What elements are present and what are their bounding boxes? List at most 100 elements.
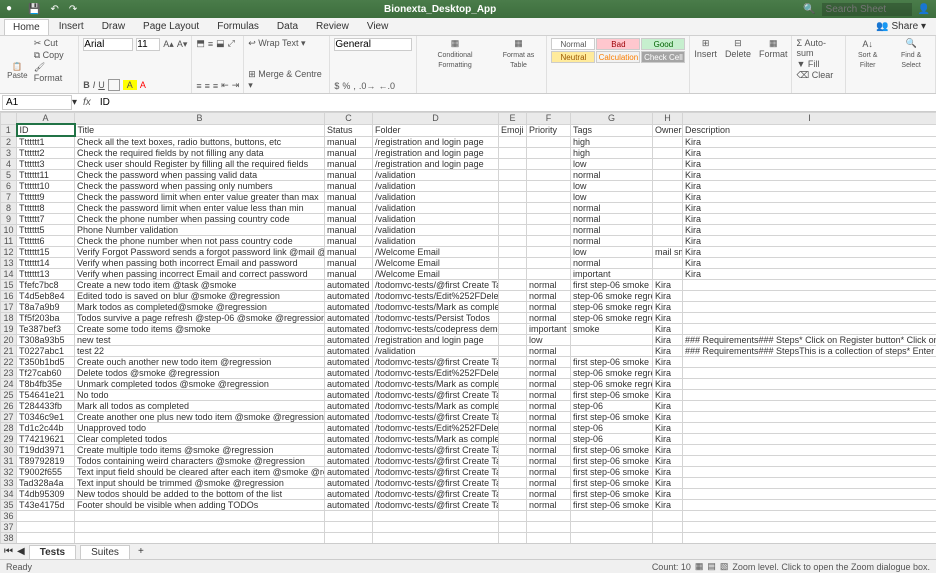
row-header[interactable]: 8	[1, 203, 17, 214]
user-icon[interactable]: 👤	[918, 4, 930, 15]
align-left-icon[interactable]: ≡	[196, 81, 201, 91]
cell[interactable]: automated	[325, 313, 373, 324]
cell[interactable]: /todomvc-tests/Mark as completed%252Fn	[373, 302, 499, 313]
cell[interactable]: manual	[325, 203, 373, 214]
cell[interactable]: Ttttttt2	[17, 148, 75, 159]
cell[interactable]: Footer should be visible when adding TOD…	[75, 500, 325, 511]
cell[interactable]: automated	[325, 434, 373, 445]
cell[interactable]	[499, 324, 527, 335]
cell[interactable]	[499, 500, 527, 511]
style-neutral[interactable]: Neutral	[551, 51, 595, 63]
increase-font-icon[interactable]: A▴	[163, 39, 174, 50]
cell[interactable]	[683, 357, 936, 368]
cell[interactable]: Ttttttt7	[17, 214, 75, 225]
view-layout-icon[interactable]: ▤	[707, 561, 716, 572]
cell[interactable]	[499, 434, 527, 445]
tab-formulas[interactable]: Formulas	[209, 19, 267, 35]
cell[interactable]: Create some todo items @smoke	[75, 324, 325, 335]
cell[interactable]	[499, 280, 527, 291]
cell[interactable]: normal	[527, 280, 571, 291]
cell[interactable]: T0346c9e1	[17, 412, 75, 423]
cell[interactable]: manual	[325, 170, 373, 181]
cell[interactable]	[527, 225, 571, 236]
cell[interactable]	[653, 192, 683, 203]
cell[interactable]: Kira	[683, 236, 936, 247]
cell[interactable]: /todomvc-tests/@first Create Tasks @step	[373, 478, 499, 489]
cell[interactable]: manual	[325, 181, 373, 192]
cell[interactable]	[17, 522, 75, 533]
cell[interactable]: Kira	[683, 170, 936, 181]
cell[interactable]	[499, 181, 527, 192]
cell[interactable]	[499, 225, 527, 236]
cell[interactable]: /todomvc-tests/@first Create Tasks @step	[373, 489, 499, 500]
cell[interactable]	[527, 236, 571, 247]
cell[interactable]: Tags	[571, 124, 653, 136]
row-header[interactable]: 29	[1, 434, 17, 445]
cell[interactable]	[499, 302, 527, 313]
row-header[interactable]: 21	[1, 346, 17, 357]
cell[interactable]	[653, 258, 683, 269]
cell[interactable]: normal	[571, 258, 653, 269]
cell[interactable]: /todomvc-tests/Persist Todos	[373, 313, 499, 324]
cell[interactable]: Kira	[653, 456, 683, 467]
cell[interactable]	[683, 280, 936, 291]
cell[interactable]: Ttttttt10	[17, 181, 75, 192]
cell[interactable]: /todomvc-tests/@first Create Tasks @step	[373, 445, 499, 456]
row-header[interactable]: 32	[1, 467, 17, 478]
cell[interactable]: Priority	[527, 124, 571, 136]
cell[interactable]: Kira	[653, 379, 683, 390]
cell[interactable]	[683, 456, 936, 467]
cell[interactable]: Phone Number validation	[75, 225, 325, 236]
cell[interactable]: mail smoke	[653, 247, 683, 258]
row-header[interactable]: 9	[1, 214, 17, 225]
cell[interactable]: Kira	[653, 412, 683, 423]
cell[interactable]: step-06	[571, 401, 653, 412]
cell[interactable]: step-06 smoke regressio	[571, 368, 653, 379]
cell[interactable]: smoke	[571, 324, 653, 335]
cell[interactable]	[527, 136, 571, 148]
cell[interactable]: normal	[571, 236, 653, 247]
tab-home[interactable]: Home	[4, 19, 49, 35]
cell[interactable]	[499, 489, 527, 500]
cell[interactable]	[325, 533, 373, 544]
cell[interactable]: manual	[325, 192, 373, 203]
cell[interactable]: manual	[325, 136, 373, 148]
bold-button[interactable]: B	[83, 80, 90, 90]
cell[interactable]: /validation	[373, 236, 499, 247]
col-header-I[interactable]: I	[683, 113, 936, 125]
row-header[interactable]: 20	[1, 335, 17, 346]
orientation-icon[interactable]: ⤢	[228, 38, 235, 49]
cell[interactable]: Kira	[653, 500, 683, 511]
row-header[interactable]: 33	[1, 478, 17, 489]
cell[interactable]	[499, 203, 527, 214]
cell[interactable]: first step-06 smoke story	[571, 500, 653, 511]
cell[interactable]: step-06 smoke regressio	[571, 291, 653, 302]
cell[interactable]	[499, 148, 527, 159]
cell[interactable]	[653, 522, 683, 533]
cell[interactable]: /todomvc-tests/Mark as completed%252Fn	[373, 379, 499, 390]
cell[interactable]: new test	[75, 335, 325, 346]
cell[interactable]: T284433fb	[17, 401, 75, 412]
cell[interactable]	[17, 511, 75, 522]
align-right-icon[interactable]: ≡	[213, 81, 218, 91]
row-header[interactable]: 1	[1, 124, 17, 136]
cell[interactable]	[571, 346, 653, 357]
format-painter-button[interactable]: 🖌 Format	[34, 62, 75, 83]
cell[interactable]: test 22	[75, 346, 325, 357]
comma-icon[interactable]: ,	[353, 81, 356, 91]
cell[interactable]	[683, 445, 936, 456]
cell[interactable]: step-06 smoke regressio	[571, 302, 653, 313]
find-select-button[interactable]: 🔍Find & Select	[891, 38, 931, 69]
cell[interactable]: normal	[527, 489, 571, 500]
cell[interactable]: normal	[527, 401, 571, 412]
tab-review[interactable]: Review	[308, 19, 357, 35]
app-menu-icon[interactable]: ●	[6, 3, 18, 15]
cell[interactable]: Create ouch another new todo item @regre…	[75, 357, 325, 368]
col-header-A[interactable]: A	[17, 113, 75, 125]
cell[interactable]	[499, 159, 527, 170]
cell[interactable]	[527, 192, 571, 203]
cell[interactable]	[499, 423, 527, 434]
cell[interactable]: important	[571, 269, 653, 280]
cell[interactable]	[653, 533, 683, 544]
cell[interactable]: /validation	[373, 225, 499, 236]
